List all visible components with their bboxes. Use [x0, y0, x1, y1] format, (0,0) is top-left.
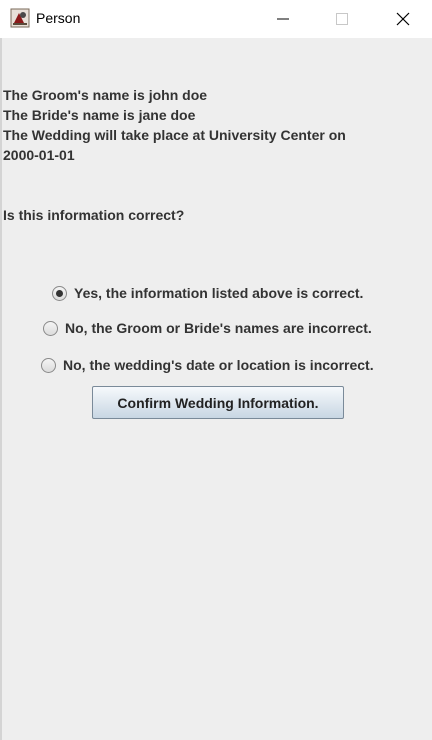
- radio-dot-icon: [56, 289, 63, 297]
- wedding-date-label: 2000-01-01: [3, 147, 75, 163]
- maximize-button[interactable]: [313, 0, 371, 38]
- option-correct[interactable]: Yes, the information listed above is cor…: [52, 285, 363, 301]
- java-app-icon: [10, 8, 30, 28]
- option-date-location-incorrect-label[interactable]: No, the wedding's date or location is in…: [63, 357, 374, 373]
- minimize-button[interactable]: [254, 0, 312, 38]
- confirm-wedding-button[interactable]: Confirm Wedding Information.: [92, 386, 344, 419]
- minimize-icon: [277, 18, 289, 20]
- radio-button-selected[interactable]: [52, 285, 67, 301]
- wedding-location-label: The Wedding will take place at Universit…: [3, 127, 346, 143]
- title-bar: Person: [0, 0, 432, 38]
- left-border: [0, 38, 2, 740]
- option-correct-label[interactable]: Yes, the information listed above is cor…: [74, 285, 363, 301]
- radio-button[interactable]: [41, 357, 56, 373]
- window-title: Person: [36, 10, 81, 26]
- close-button[interactable]: [374, 0, 432, 38]
- groom-name-label: The Groom's name is john doe: [3, 87, 208, 103]
- confirmation-question: Is this information correct?: [3, 207, 185, 223]
- option-names-incorrect[interactable]: No, the Groom or Bride's names are incor…: [43, 320, 372, 336]
- bride-name-label: The Bride's name is jane doe: [3, 107, 196, 123]
- option-date-location-incorrect[interactable]: No, the wedding's date or location is in…: [41, 357, 374, 373]
- maximize-icon: [336, 13, 348, 25]
- option-names-incorrect-label[interactable]: No, the Groom or Bride's names are incor…: [65, 320, 372, 336]
- close-icon: [396, 12, 410, 26]
- radio-button[interactable]: [43, 320, 58, 336]
